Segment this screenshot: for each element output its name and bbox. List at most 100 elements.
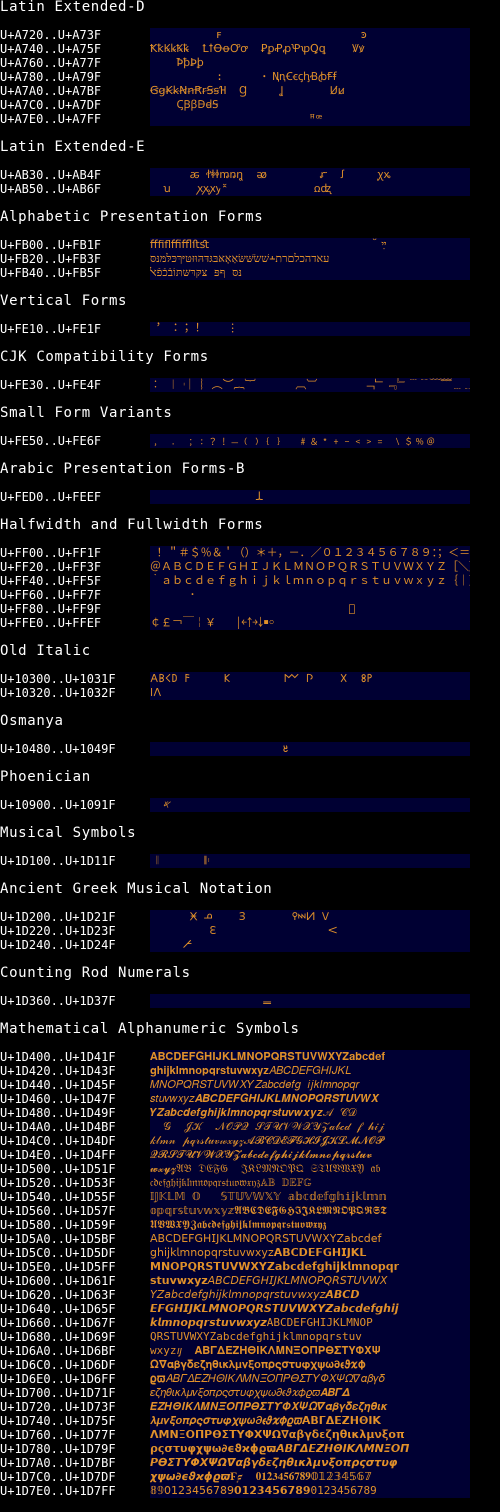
section-title: Mathematical Alphanumeric Symbols	[0, 1021, 300, 1037]
glyph-row: U+1D6C0..U+1D6DF 𝛀𝛁𝛂𝛃𝛄𝛅𝛆𝛇𝛈𝛉𝛊𝛋𝛌𝛍𝛎𝛏𝛐𝛑𝛒𝛓𝛔𝛕𝛖𝛗…	[0, 1358, 500, 1372]
range-label: U+10320..U+1032F	[0, 686, 116, 700]
glyph-row: U+1D6E0..U+1D6FF 𝛠𝛡𝛢𝛣𝛤𝛥𝛦𝛧𝛨𝛩𝛪𝛫𝛬𝛭𝛮𝛯𝛰𝛱𝛲𝛳𝛴𝛵𝛶𝛷…	[0, 1372, 500, 1386]
range-label: U+1D7A0..U+1D7BF	[0, 1456, 116, 1470]
glyph-cells: 𝍡	[150, 994, 470, 1008]
glyph-cells: ꜰ ꜿ	[150, 28, 470, 42]
section-title: Latin Extended-E	[0, 139, 146, 155]
glyph-cells: ꟸꟹ	[150, 112, 470, 126]
range-label: U+1D4A0..U+1D4BF	[0, 1120, 116, 1134]
glyph-row: U+A760..U+A77F ꝤꝥꝦꝧ	[0, 56, 500, 70]
range-label: U+A7A0..U+A7BF	[0, 84, 102, 98]
glyph-row: U+A720..U+A73F ꜰ ꜿ	[0, 28, 500, 42]
range-label: U+A720..U+A73F	[0, 28, 102, 42]
glyph-cells: 𝘀𝘁𝘂𝘃𝘄𝘅𝘆𝘇𝘈𝘉𝘊𝘋𝘌𝘍𝘎𝘏𝘐𝘑𝘒𝘓𝘔𝘕𝘖𝘗𝘘𝘙𝘚𝘛𝘜𝘝𝘞𝘟	[150, 1274, 470, 1288]
range-label: U+1D6E0..U+1D6FF	[0, 1372, 116, 1386]
range-label: U+FFE0..U+FFEF	[0, 616, 102, 630]
glyph-row: U+A7E0..U+A7FF ꟸꟹ	[0, 112, 500, 126]
glyph-row: U+1D480..U+1D49F 𝒀𝒁𝒂𝒃𝒄𝒅𝒆𝒇𝒈𝒉𝒊𝒋𝒌𝒍𝒎𝒏𝒐𝒑𝒒𝒓𝒔𝒕𝒖𝒗…	[0, 1106, 500, 1120]
glyph-row: U+FB40..U+FB5F נּסּ ףּפּ צּקּרּשּתּוֹבֿכֿ…	[0, 266, 500, 280]
section-title: Alphabetic Presentation Forms	[0, 209, 264, 225]
range-label: U+1D4C0..U+1D4DF	[0, 1134, 116, 1148]
glyph-cells: 𝝠𝝡𝝢𝝣𝝤𝝥𝝦𝝧𝝨𝝩𝝪𝝫𝝬𝝭𝝮𝝯𝝰𝝱𝝲𝝳𝝴𝝵𝝶𝝷𝝸𝝹𝝺𝝻𝝼𝝽𝝾𝝿	[150, 1428, 470, 1442]
glyph-row: U+1D6A0..U+1D6BF 𝚠𝚡𝚢𝚣𝚤𝚥 𝚨𝚩𝚪𝚫𝚬𝚭𝚮𝚯𝚰𝚱𝚲𝚳𝚴𝚵𝚶𝚷𝚸…	[0, 1344, 500, 1358]
range-label: U+1D6A0..U+1D6BF	[0, 1344, 116, 1358]
glyph-row: U+FE50..U+FE6F ﹐ ﹒ ﹔﹕﹖﹗﹘﹙﹚﹛﹜ ﹟﹠﹡﹢﹣﹤﹥﹦ ﹨﹩﹪…	[0, 434, 500, 448]
range-label: U+1D5E0..U+1D5FF	[0, 1260, 116, 1274]
glyph-row: U+1D420..U+1D43F 𝐠𝐡𝐢𝐣𝐤𝐥𝐦𝐧𝐨𝐩𝐪𝐫𝐬𝐭𝐮𝐯𝐰𝐱𝐲𝐳𝐴𝐵𝐶𝐷…	[0, 1064, 500, 1078]
glyph-row: U+1D5E0..U+1D5FF 𝗠𝗡𝗢𝗣𝗤𝗥𝗦𝗧𝗨𝗩𝗪𝗫𝗬𝗭𝗮𝗯𝗰𝗱𝗲𝗳𝗴𝗵𝗶𝗷…	[0, 1260, 500, 1274]
range-label: U+FF40..U+FF5F	[0, 574, 102, 588]
glyph-row: U+FFE0..U+FFEF ￠￡￢￣￤￥ ￨￩￪￫￬￭￮	[0, 616, 500, 630]
glyph-cells: 𝉀	[150, 938, 470, 952]
glyph-cells: ︐ ︓︔︕ ︙	[150, 322, 470, 336]
glyph-row: U+1D700..U+1D71F 𝜀𝜁𝜂𝜃𝜄𝜅𝜆𝜇𝜈𝜉𝜊𝜋𝜌𝜍𝜎𝜏𝜐𝜑𝜒𝜓𝜔𝜕𝜖𝜗…	[0, 1386, 500, 1400]
range-label: U+1D7C0..U+1D7DF	[0, 1470, 116, 1484]
range-label: U+1D640..U+1D65F	[0, 1302, 116, 1316]
glyph-cells: 𝚠𝚡𝚢𝚣𝚤𝚥 𝚨𝚩𝚪𝚫𝚬𝚭𝚮𝚯𝚰𝚱𝚲𝚳𝚴𝚵𝚶𝚷𝚸𝚹𝚺𝚻𝚼𝚽𝚾𝚿	[150, 1344, 470, 1358]
glyph-row: U+A7C0..U+A7DF ꟄꞴꞵꟇꟈꟉ	[0, 98, 500, 112]
range-label: U+FF60..U+FF7F	[0, 588, 102, 602]
glyph-row: U+1D680..U+1D69F 𝚀𝚁𝚂𝚃𝚄𝚅𝚆𝚇𝚈𝚉𝚊𝚋𝚌𝚍𝚎𝚏𝚐𝚑𝚒𝚓𝚔𝚕𝚖𝚗…	[0, 1330, 500, 1344]
glyph-row: U+1D620..U+1D63F 𝘠𝘡𝘢𝘣𝘤𝘥𝘦𝘧𝘨𝘩𝘪𝘫𝘬𝘭𝘮𝘯𝘰𝘱𝘲𝘳𝘴𝘵𝘶𝘷…	[0, 1288, 500, 1302]
glyph-cells: 𝈡 𝈶	[150, 924, 470, 938]
range-label: U+1D4E0..U+1D4FF	[0, 1148, 116, 1162]
range-label: U+A7E0..U+A7FF	[0, 112, 102, 126]
glyph-row: U+1D640..U+1D65F 𝙀𝙁𝙂𝙃𝙄𝙅𝙆𝙇𝙈𝙉𝙊𝙋𝙌𝙍𝙎𝙏𝙐𝙑𝙒𝙓𝙔𝙕𝙖𝙗…	[0, 1302, 500, 1316]
glyph-cells: ﻠ	[150, 490, 470, 504]
range-label: U+1D480..U+1D49F	[0, 1106, 116, 1120]
range-label: U+FF00..U+FF1F	[0, 546, 102, 560]
glyph-cells: 𝄁 𝄆	[150, 854, 470, 868]
range-label: U+FB40..U+FB5F	[0, 266, 102, 280]
range-label: U+1D7E0..U+1D7FF	[0, 1484, 116, 1498]
range-label: U+FB00..U+FB1F	[0, 238, 102, 252]
glyph-row: U+1D7E0..U+1D7FF 𝟠𝟡𝟢𝟣𝟤𝟥𝟦𝟧𝟨𝟩𝟪𝟫𝟬𝟭𝟮𝟯𝟰𝟱𝟲𝟳𝟴𝟵𝟶𝟷…	[0, 1484, 500, 1498]
section-title: Ancient Greek Musical Notation	[0, 881, 273, 897]
glyph-chart: Latin Extended-D U+A720..U+A73F ꜰ ꜿ U+A740…	[0, 0, 500, 1512]
glyph-row: U+1D240..U+1D24F 𝉀	[0, 938, 500, 952]
glyph-cells: 𝛠𝛡𝛢𝛣𝛤𝛥𝛦𝛧𝛨𝛩𝛪𝛫𝛬𝛭𝛮𝛯𝛰𝛱𝛲𝛳𝛴𝛵𝛶𝛷𝛸𝛹𝛺𝛻𝛼𝛽𝛾𝛿	[150, 1372, 470, 1386]
glyph-row: U+10320..U+1032F 𐌠𐌡	[0, 686, 500, 700]
glyph-cells: 𝟠𝟡𝟢𝟣𝟤𝟥𝟦𝟧𝟨𝟩𝟪𝟫𝟬𝟭𝟮𝟯𝟰𝟱𝟲𝟳𝟴𝟵𝟶𝟷𝟸𝟹𝟺𝟻𝟼𝟽𝟾𝟿	[150, 1484, 470, 1498]
glyph-row: U+1D4C0..U+1D4DF 𝓀𝓁𝓂𝓃 𝓅𝓆𝓇𝓈𝓉𝓊𝓋𝓌𝓍𝓎𝓏𝓐𝓑𝓒𝓓𝓔𝓕𝓖𝓗…	[0, 1134, 500, 1148]
glyph-row: U+FED0..U+FEEF ﻠ	[0, 490, 500, 504]
range-label: U+AB30..U+AB4F	[0, 168, 102, 182]
glyph-row: U+FF40..U+FF5F ｀ａｂｃｄｅｆｇｈｉｊｋｌｍｎｏｐｑｒｓｔｕｖｗｘｙ…	[0, 574, 500, 588]
section-title: Phoenician	[0, 769, 91, 785]
glyph-row: U+1D400..U+1D41F 𝐀𝐁𝐂𝐃𝐄𝐅𝐆𝐇𝐈𝐉𝐊𝐋𝐌𝐍𝐎𝐏𝐐𝐑𝐒𝐓𝐔𝐕𝐖𝐗…	[0, 1050, 500, 1064]
range-label: U+1D460..U+1D47F	[0, 1092, 116, 1106]
range-label: U+1D100..U+1D11F	[0, 854, 116, 868]
range-label: U+1D660..U+1D67F	[0, 1316, 116, 1330]
glyph-cells: 𝒢 𝒥𝒦 𝒩𝒪𝒫𝒬 𝒮𝒯𝒰𝒱𝒲𝒳𝒴𝒵𝒶𝒷𝒸𝒹 𝒻 𝒽𝒾𝒿	[150, 1120, 470, 1134]
glyph-cells: 𝐠𝐡𝐢𝐣𝐤𝐥𝐦𝐧𝐨𝐩𝐪𝐫𝐬𝐭𝐮𝐯𝐰𝐱𝐲𝐳𝐴𝐵𝐶𝐷𝐸𝐹𝐺𝐻𝐼𝐽𝐾𝐿	[150, 1064, 470, 1078]
glyph-cells: 𝜀𝜁𝜂𝜃𝜄𝜅𝜆𝜇𝜈𝜉𝜊𝜋𝜌𝜍𝜎𝜏𝜐𝜑𝜒𝜓𝜔𝜕𝜖𝜗𝜘𝜙𝜚𝜛𝜜𝜝𝜞𝜟	[150, 1386, 470, 1400]
glyph-cells: 𝗠𝗡𝗢𝗣𝗤𝗥𝗦𝗧𝗨𝗩𝗪𝗫𝗬𝗭𝗮𝗯𝗰𝗱𝗲𝗳𝗴𝗵𝗶𝗷𝗸𝗹𝗺𝗻𝗼𝗽𝗾𝗿	[150, 1260, 470, 1274]
range-label: U+1D5A0..U+1D5BF	[0, 1232, 116, 1246]
glyph-cells: 𝓀𝓁𝓂𝓃 𝓅𝓆𝓇𝓈𝓉𝓊𝓋𝓌𝓍𝓎𝓏𝓐𝓑𝓒𝓓𝓔𝓕𝓖𝓗𝓘𝓙𝓚𝓛𝓜𝓝𝓞𝓟	[150, 1134, 470, 1148]
glyph-cells: 𝞠𝞡𝞢𝞣𝞤𝞥𝞦𝞧𝞨𝞩𝞪𝞫𝞬𝞭𝞮𝞯𝞰𝞱𝞲𝞳𝞴𝞵𝞶𝞷𝞸𝞹𝞺𝞻𝞼𝞽𝞾𝞿	[150, 1456, 470, 1470]
glyph-row: U+1D100..U+1D11F 𝄁 𝄆	[0, 854, 500, 868]
glyph-cells: 𝑀𝑁𝑂𝑃𝑄𝑅𝑆𝑇𝑈𝑉𝑊𝑋𝑌𝑍𝑎𝑏𝑐𝑑𝑒𝑓𝑔 𝑖𝑗𝑘𝑙𝑚𝑛𝑜𝑝𝑞𝑟	[150, 1078, 470, 1092]
glyph-cells: 𐌀𐌁𐌂𐌃 𐌅 𐌊 𐌌 𐌐 𐌗 𐌚𐌛	[150, 672, 470, 686]
glyph-cells: ･	[150, 588, 470, 602]
range-label: U+10900..U+1091F	[0, 798, 116, 812]
range-label: U+A7C0..U+A7DF	[0, 98, 102, 112]
range-label: U+1D600..U+1D61F	[0, 1274, 116, 1288]
range-label: U+FE10..U+FE1F	[0, 322, 102, 336]
range-label: U+1D5C0..U+1D5DF	[0, 1246, 116, 1260]
range-label: U+A780..U+A79F	[0, 70, 102, 84]
range-label: U+1D680..U+1D69F	[0, 1330, 116, 1344]
section-title: Osmanya	[0, 713, 64, 729]
range-label: U+FB20..U+FB3F	[0, 252, 102, 266]
glyph-cells: 𝕀𝕁𝕂𝕃𝕄 𝕆 𝕊𝕋𝕌𝕍𝕎𝕏𝕐 𝕒𝕓𝕔𝕕𝕖𝕗𝕘𝕙𝕚𝕛𝕜𝕝𝕞𝕟	[150, 1190, 470, 1204]
range-label: U+1D580..U+1D59F	[0, 1218, 116, 1232]
glyph-cells: 𝖠𝖡𝖢𝖣𝖤𝖥𝖦𝖧𝖨𝖩𝖪𝖫𝖬𝖭𝖮𝖯𝖰𝖱𝖲𝖳𝖴𝖵𝖶𝖷𝖸𝖹𝖺𝖻𝖼𝖽𝖾𝖿	[150, 1232, 470, 1246]
section-title: Old Italic	[0, 643, 91, 659]
range-label: U+1D6C0..U+1D6DF	[0, 1358, 116, 1372]
glyph-cells: 𐌠𐌡	[150, 686, 470, 700]
glyph-row: U+FB00..U+FB1F ﬀﬁﬂﬃﬄﬅﬆ ﬞ ײַ	[0, 238, 500, 252]
glyph-cells: 𝒀𝒁𝒂𝒃𝒄𝒅𝒆𝒇𝒈𝒉𝒊𝒋𝒌𝒍𝒎𝒏𝒐𝒑𝒒𝒓𝒔𝒕𝒖𝒗𝒘𝒙𝒚𝒛𝒜 𝒞𝒟	[150, 1106, 470, 1120]
glyph-row: U+1D500..U+1D51F 𝔀𝔁𝔂𝔃𝔄𝔅 𝔇𝔈𝔉𝔊 𝔍𝔎𝔏𝔐𝔑𝔒𝔓𝔔 𝔖𝔗𝔘…	[0, 1162, 500, 1176]
glyph-cells: 𝓠𝓡𝓢𝓣𝓤𝓥𝓦𝓧𝓨𝓩𝓪𝓫𝓬𝓭𝓮𝓯𝓰𝓱𝓲𝓳𝓴𝓵𝓶𝓷𝓸𝓹𝓺𝓻𝓼𝓽𝓾𝓿	[150, 1148, 470, 1162]
glyph-cells: ｀ａｂｃｄｅｆｇｈｉｊｋｌｍｎｏｐｑｒｓｔｕｖｗｘｙｚ｛｜｝～｟	[150, 574, 470, 588]
glyph-cells: 𐤀	[150, 798, 470, 812]
